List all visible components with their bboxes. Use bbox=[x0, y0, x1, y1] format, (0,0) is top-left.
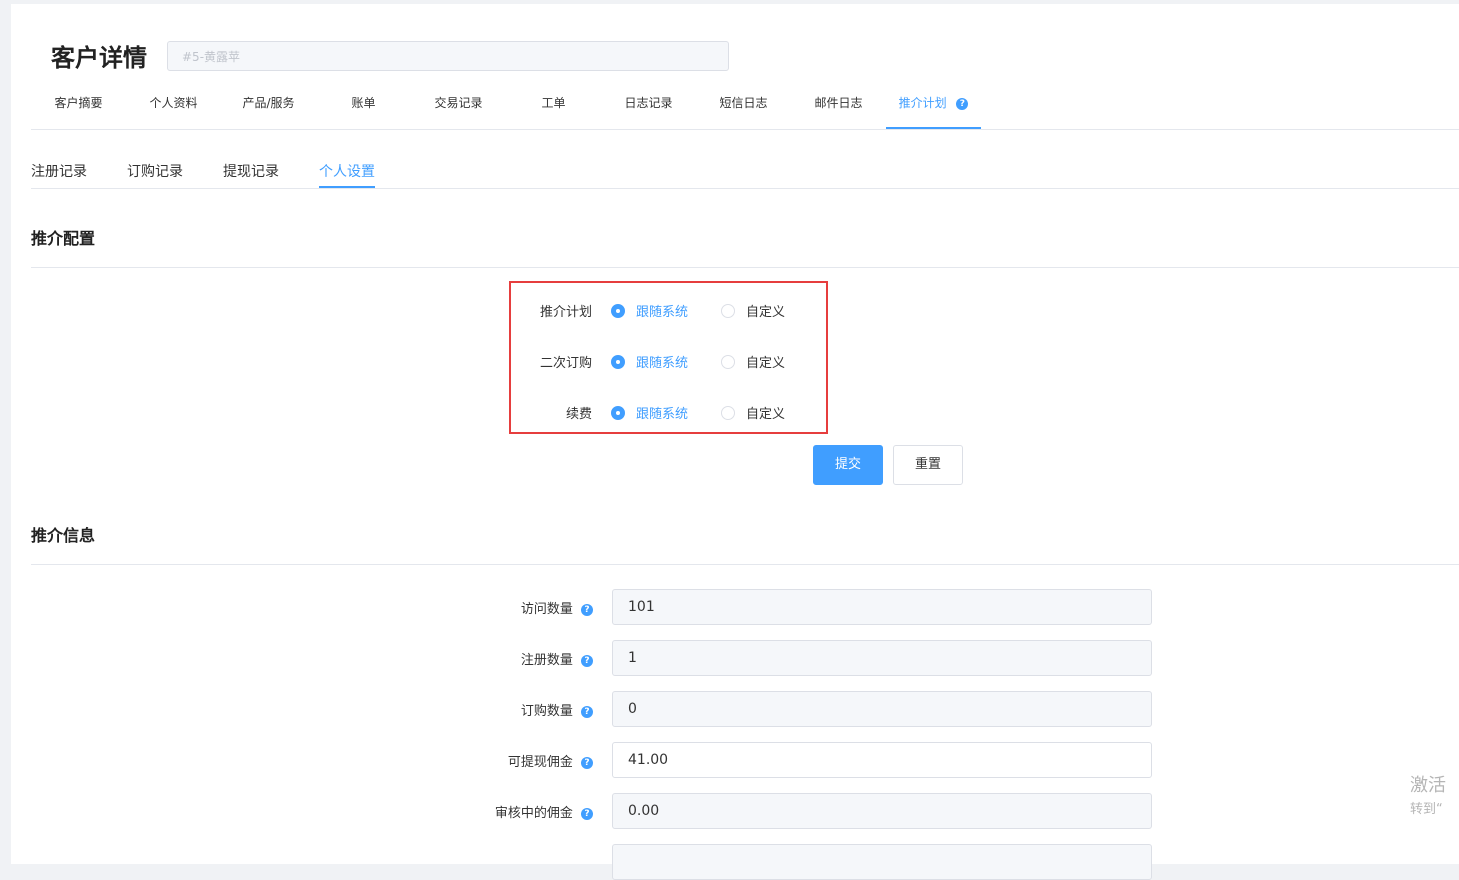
radio-label-follow-system[interactable]: 跟随系统 bbox=[636, 352, 688, 371]
subtab-registration-records[interactable]: 注册记录 bbox=[31, 161, 87, 181]
field-label-registrations: 注册数量 ? bbox=[431, 649, 593, 668]
radio-repurchase-follow-system[interactable] bbox=[611, 355, 625, 369]
radio-label-custom[interactable]: 自定义 bbox=[746, 301, 785, 320]
tab-logs[interactable]: 日志记录 bbox=[601, 94, 696, 111]
reset-button[interactable]: 重置 bbox=[893, 445, 963, 485]
submit-button[interactable]: 提交 bbox=[813, 445, 883, 485]
field-label-text: 注册数量 bbox=[520, 653, 573, 668]
field-label-withdrawable-commission: 可提现佣金 ? bbox=[431, 751, 593, 770]
radio-renewal-follow-system[interactable] bbox=[611, 406, 625, 420]
config-divider bbox=[31, 267, 1459, 268]
radio-label-follow-system[interactable]: 跟随系统 bbox=[636, 301, 688, 320]
radio-referral-plan-custom[interactable] bbox=[721, 304, 735, 318]
registrations-input[interactable]: 1 bbox=[612, 640, 1152, 676]
config-label-referral-plan: 推介计划 bbox=[539, 305, 592, 320]
field-label-text: 访问数量 bbox=[520, 602, 573, 617]
config-label-renewal: 续费 bbox=[565, 407, 592, 422]
tab-tickets[interactable]: 工单 bbox=[506, 94, 601, 111]
help-icon[interactable]: ? bbox=[581, 756, 593, 769]
referral-info-title: 推介信息 bbox=[31, 526, 96, 545]
field-label-pending-commission: 审核中的佣金 ? bbox=[431, 802, 593, 821]
field-label-visits: 访问数量 ? bbox=[431, 598, 593, 617]
activation-watermark-line1: 激活 bbox=[1410, 775, 1446, 796]
tab-sms-logs[interactable]: 短信日志 bbox=[696, 94, 791, 111]
subtab-withdrawal-records[interactable]: 提现记录 bbox=[223, 161, 279, 181]
field-label-orders: 订购数量 ? bbox=[431, 700, 593, 719]
next-field-input[interactable] bbox=[612, 844, 1152, 880]
radio-repurchase-custom[interactable] bbox=[721, 355, 735, 369]
subtabs-divider bbox=[31, 188, 1459, 189]
referral-config-title: 推介配置 bbox=[31, 229, 96, 248]
radio-referral-plan-follow-system[interactable] bbox=[611, 304, 625, 318]
subtab-order-records[interactable]: 订购记录 bbox=[127, 161, 183, 181]
radio-label-custom[interactable]: 自定义 bbox=[746, 352, 785, 371]
tab-profile[interactable]: 个人资料 bbox=[126, 94, 221, 111]
radio-label-follow-system[interactable]: 跟随系统 bbox=[636, 403, 688, 422]
page-title: 客户详情 bbox=[51, 44, 147, 72]
tab-invoices[interactable]: 账单 bbox=[316, 94, 411, 111]
tab-transactions[interactable]: 交易记录 bbox=[411, 94, 506, 111]
help-icon[interactable]: ? bbox=[581, 654, 593, 667]
withdrawable-commission-input[interactable]: 41.00 bbox=[612, 742, 1152, 778]
tab-referral-program-label: 推介计划 bbox=[898, 96, 947, 110]
field-label-text: 可提现佣金 bbox=[507, 755, 573, 770]
pending-commission-input[interactable]: 0.00 bbox=[612, 793, 1152, 829]
tabs-divider bbox=[31, 129, 1459, 130]
radio-label-custom[interactable]: 自定义 bbox=[746, 403, 785, 422]
info-divider bbox=[31, 564, 1459, 565]
tab-client-summary[interactable]: 客户摘要 bbox=[31, 94, 126, 111]
orders-input[interactable]: 0 bbox=[612, 691, 1152, 727]
help-icon[interactable]: ? bbox=[581, 603, 593, 616]
activation-watermark-line2: 转到“ bbox=[1410, 802, 1443, 817]
tab-products-services[interactable]: 产品/服务 bbox=[221, 94, 316, 111]
client-select[interactable]: #5-黄露苹 bbox=[167, 41, 729, 71]
tab-referral-program[interactable]: 推介计划 ? bbox=[886, 94, 981, 111]
visits-input[interactable]: 101 bbox=[612, 589, 1152, 625]
help-icon[interactable]: ? bbox=[581, 705, 593, 718]
field-label-text: 审核中的佣金 bbox=[494, 806, 573, 821]
subtab-personal-settings[interactable]: 个人设置 bbox=[319, 161, 375, 181]
config-label-repurchase: 二次订购 bbox=[539, 356, 592, 371]
main-card: 客户详情 #5-黄露苹 客户摘要 个人资料 产品/服务 账单 交易记录 工单 日… bbox=[11, 4, 1459, 880]
help-icon[interactable]: ? bbox=[956, 97, 969, 110]
radio-renewal-custom[interactable] bbox=[721, 406, 735, 420]
help-icon[interactable]: ? bbox=[581, 807, 593, 820]
field-label-text: 订购数量 bbox=[520, 704, 573, 719]
tab-email-logs[interactable]: 邮件日志 bbox=[791, 94, 886, 111]
